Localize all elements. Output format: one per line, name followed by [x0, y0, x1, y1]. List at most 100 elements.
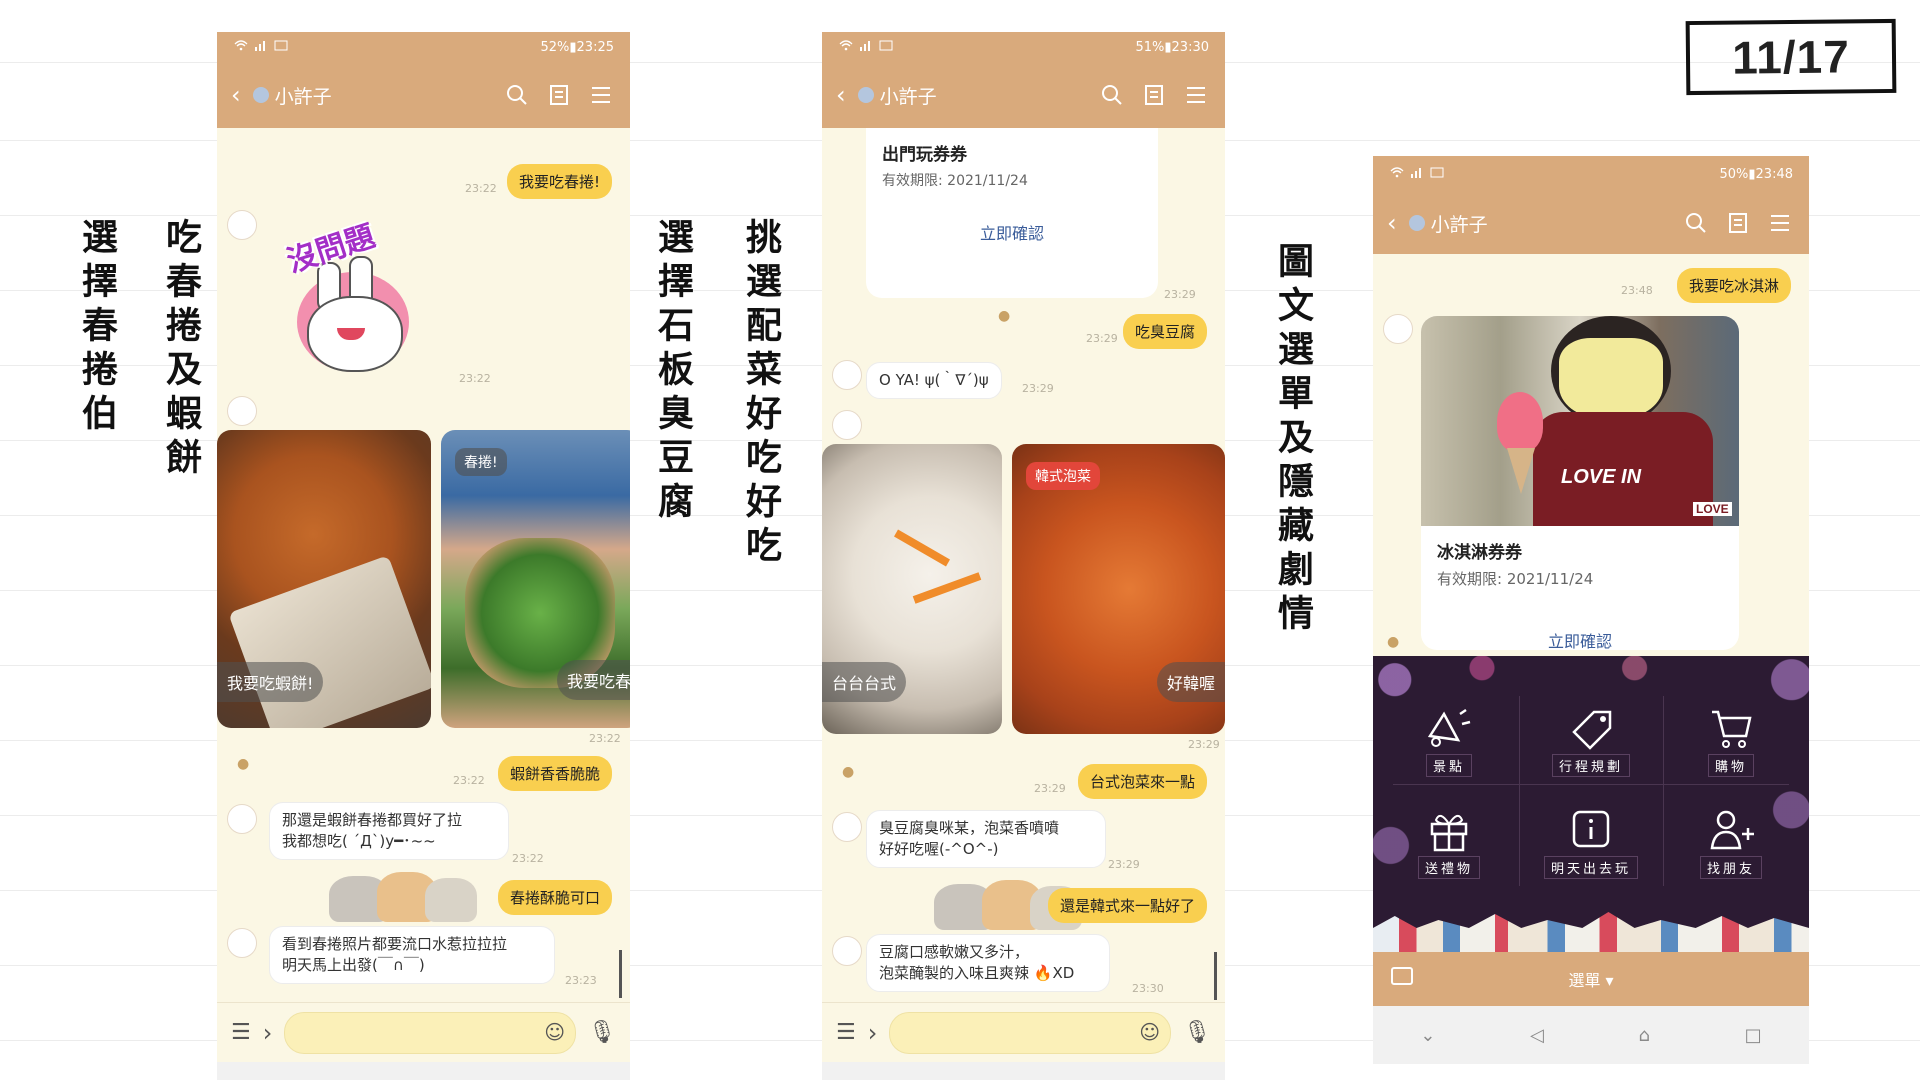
timestamp: 23:22	[512, 852, 544, 865]
image-card-shrimp-cake[interactable]: 我要吃蝦餅!	[217, 430, 431, 728]
status-bar: 51%▮23:30	[822, 32, 1225, 62]
menu-icon[interactable]	[1181, 80, 1211, 110]
shirt-text: LOVE IN	[1561, 466, 1642, 488]
message-received: 豆腐口感軟嫩又多汁， 泡菜醃製的入味且爽辣 🔥XD	[866, 934, 1110, 992]
menu-label: 景點	[1425, 754, 1472, 777]
battery-time: 51%▮23:30	[1135, 39, 1209, 55]
gift-icon	[1430, 814, 1468, 852]
menu-item-shopping[interactable]: 購物	[1691, 706, 1771, 777]
nav-back-icon[interactable]: ◁	[1530, 1025, 1544, 1046]
menu-item-go-out-tomorrow[interactable]: 明天出去玩	[1531, 808, 1651, 879]
timestamp: 23:29	[1086, 332, 1118, 345]
message-input[interactable]: ☺	[284, 1011, 577, 1054]
coupon-card[interactable]: LOVE IN LOVE 冰淇淋券券 有效期限: 2021/11/24 立即確認	[1421, 316, 1739, 650]
message-sent: 還是韓式來一點好了	[1047, 888, 1207, 923]
timestamp: 23:29	[1022, 382, 1054, 395]
page-indicator: 11/17	[1685, 18, 1897, 96]
avatar[interactable]	[832, 936, 862, 966]
chat-header: ‹ 小許子	[822, 62, 1225, 128]
hamburger-icon[interactable]: ☰	[231, 1020, 251, 1045]
message-line: 泡菜醃製的入味且爽辣 🔥XD	[879, 964, 1075, 982]
menu-icon[interactable]	[1765, 208, 1795, 238]
message-received: 看到春捲照片都要流口水惹拉拉拉 明天馬上出發(￣∩￣)	[269, 926, 555, 984]
chevron-right-icon[interactable]: ›	[868, 1019, 878, 1047]
menu-icon[interactable]	[586, 80, 616, 110]
hamburger-icon[interactable]: ☰	[836, 1020, 856, 1045]
menu-label: 明天出去玩	[1543, 856, 1638, 879]
caption-choose-spring-roll: 選擇春捲伯	[76, 218, 117, 438]
confirm-button[interactable]: 立即確認	[1421, 628, 1739, 650]
image-card-taiwanese-kimchi[interactable]: 台台台式	[822, 444, 1002, 734]
notes-icon[interactable]	[544, 80, 574, 110]
message-line: 明天馬上出發(￣∩￣)	[282, 956, 425, 974]
sticker-bunny[interactable]: 沒問題	[279, 219, 427, 378]
message-sent: 吃臭豆腐	[1122, 314, 1207, 349]
chat-title: 小許子	[879, 85, 937, 108]
search-icon[interactable]	[1097, 80, 1127, 110]
nav-home-icon[interactable]: ⌂	[1639, 1025, 1650, 1046]
menu-item-gift[interactable]: 送禮物	[1409, 808, 1489, 879]
card-tag: 春捲!	[455, 448, 507, 476]
chat-title: 小許子	[274, 85, 332, 108]
microphone-icon[interactable]: 🎙	[588, 1020, 616, 1045]
signal-icons	[838, 38, 898, 56]
search-icon[interactable]	[1681, 208, 1711, 238]
message-line: 臭豆腐臭咪某，泡菜香噴噴	[879, 819, 1060, 837]
message-line: 那還是蝦餅春捲都買好了拉	[282, 811, 463, 829]
message-input[interactable]: ☺	[889, 1011, 1172, 1054]
coupon-expiry: 有效期限: 2021/11/24	[882, 173, 1028, 189]
menu-item-attractions[interactable]: 景點	[1409, 706, 1489, 777]
fireworks-decoration	[1373, 656, 1809, 952]
message-received: 那還是蝦餅春捲都買好了拉 我都想吃( ´Д`)y━･~~	[269, 802, 509, 860]
avatar[interactable]	[1383, 314, 1413, 344]
timestamp: 23:48	[1621, 284, 1653, 297]
menu-label: 購物	[1707, 754, 1754, 777]
avatar[interactable]	[227, 210, 257, 240]
notes-icon[interactable]	[1139, 80, 1169, 110]
menu-item-itinerary[interactable]: 行程規劃	[1541, 706, 1641, 777]
tag-icon	[1572, 710, 1612, 750]
microphone-icon[interactable]: 🎙	[1183, 1020, 1211, 1045]
timestamp: 23:30	[1132, 982, 1164, 995]
status-bar: 52%▮23:25	[217, 32, 630, 62]
menu-item-find-friends[interactable]: 找朋友	[1691, 808, 1771, 879]
timestamp: 23:29	[1034, 782, 1066, 795]
scrollbar[interactable]	[1214, 952, 1217, 1000]
timestamp: 23:29	[1108, 858, 1140, 871]
coupon-card[interactable]: 出門玩券券 有效期限: 2021/11/24 立即確認	[866, 128, 1158, 298]
info-icon	[1572, 810, 1610, 848]
avatar[interactable]	[227, 804, 257, 834]
back-icon[interactable]: ‹	[1387, 209, 1397, 237]
confirm-button[interactable]: 立即確認	[866, 220, 1158, 244]
avatar[interactable]	[832, 410, 862, 440]
coupon-expiry: 有效期限: 2021/11/24	[1437, 570, 1594, 588]
chevron-right-icon[interactable]: ›	[263, 1019, 273, 1047]
avatar[interactable]	[227, 928, 257, 958]
card-tag: 韓式泡菜	[1026, 462, 1100, 490]
message-line: 我都想吃( ´Д`)y━･~~	[282, 832, 436, 850]
emoji-icon[interactable]: ☺	[1139, 1020, 1160, 1044]
scrollbar[interactable]	[619, 950, 622, 998]
menu-label: 行程規劃	[1551, 754, 1630, 777]
back-icon[interactable]: ‹	[231, 81, 241, 109]
image-card-spring-roll[interactable]: 春捲! 我要吃春	[441, 430, 630, 728]
avatar[interactable]	[832, 812, 862, 842]
nav-recents-icon[interactable]: □	[1745, 1025, 1762, 1046]
keyboard-icon[interactable]	[1391, 967, 1413, 985]
emoji-icon[interactable]: ☺	[544, 1020, 565, 1044]
back-icon[interactable]: ‹	[836, 81, 846, 109]
avatar[interactable]	[832, 360, 862, 390]
phone-screen-1: 52%▮23:25 ‹ 小許子 我要吃春捲! 23:22 沒問題 23:22 我…	[217, 32, 630, 1080]
nav-hide-icon[interactable]: ⌄	[1420, 1025, 1435, 1046]
cat-sticker	[329, 868, 479, 922]
search-icon[interactable]	[502, 80, 532, 110]
menu-toggle-button[interactable]: 選單 ▾	[1568, 967, 1613, 991]
notes-icon[interactable]	[1723, 208, 1753, 238]
caption-eat-spring-roll: 吃春捲及蝦餅	[160, 218, 201, 482]
avatar[interactable]	[227, 396, 257, 426]
coupon-title: 出門玩券券	[882, 145, 967, 165]
paw-icon: ●	[842, 764, 855, 780]
image-card-korean-kimchi[interactable]: 韓式泡菜 好韓喔	[1012, 444, 1225, 734]
message-line: 好好吃喔(-^O^-)	[879, 840, 999, 858]
paw-icon: ●	[1387, 634, 1400, 650]
